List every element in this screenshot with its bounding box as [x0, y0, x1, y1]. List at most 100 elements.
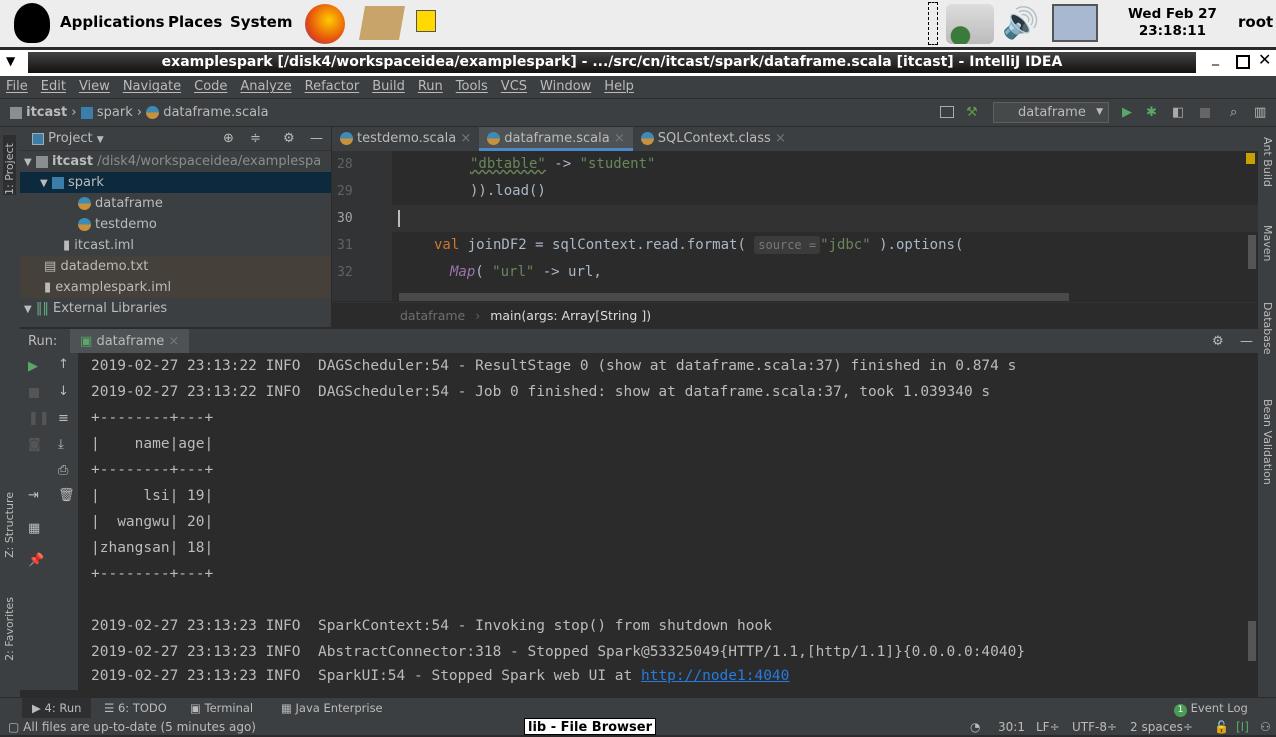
- tree-item-datademo[interactable]: ▤ datademo.txt: [20, 256, 331, 277]
- menu-code[interactable]: Code: [194, 76, 227, 98]
- caret-position[interactable]: 30:1: [998, 718, 1025, 737]
- tree-item-itcast-iml[interactable]: ▮ itcast.iml: [20, 235, 331, 256]
- horizontal-scrollbar[interactable]: [399, 293, 1069, 301]
- workspace-separator[interactable]: [928, 2, 938, 45]
- tree-item-examplespark-iml[interactable]: ▮ examplespark.iml: [20, 277, 331, 298]
- menu-help[interactable]: Help: [604, 76, 634, 98]
- hide-icon[interactable]: —: [1240, 329, 1253, 354]
- vertical-scrollbar[interactable]: [1248, 235, 1256, 269]
- database-tool-button[interactable]: Database: [1261, 302, 1274, 355]
- pin-icon[interactable]: 📌: [28, 553, 44, 568]
- menu-tools[interactable]: Tools: [456, 76, 488, 98]
- search-icon[interactable]: ⌕: [1230, 99, 1237, 126]
- vcs-icon[interactable]: ▥: [1254, 99, 1266, 126]
- maven-tool-button[interactable]: Maven: [1261, 225, 1274, 261]
- console-output[interactable]: 2019-02-27 23:13:22 INFO DAGScheduler:54…: [78, 353, 1258, 690]
- menu-view[interactable]: View: [79, 76, 110, 98]
- run-config-select[interactable]: dataframe ▼: [993, 102, 1109, 123]
- spark-ui-link[interactable]: http://node1:4040: [641, 668, 789, 684]
- menu-build[interactable]: Build: [372, 76, 405, 98]
- menu-vcs[interactable]: VCS: [501, 76, 527, 98]
- notes-icon[interactable]: [416, 10, 436, 32]
- structure-tool-button[interactable]: Z: Structure: [3, 492, 16, 558]
- scroll-down-icon[interactable]: ↓: [58, 384, 69, 399]
- event-log-button[interactable]: 1 Event Log: [1174, 698, 1248, 719]
- expand-icon[interactable]: ▼: [24, 157, 32, 168]
- ant-build-tool-button[interactable]: Ant Build: [1261, 137, 1274, 187]
- print-icon[interactable]: ⎙: [58, 463, 68, 478]
- crumb-method[interactable]: main(args: Array[String ]): [490, 308, 651, 323]
- favorites-tool-button[interactable]: 2: Favorites: [3, 597, 16, 661]
- project-tool-button[interactable]: 1: Project: [3, 135, 16, 195]
- tree-item-spark[interactable]: ▼ spark: [20, 172, 331, 193]
- editor[interactable]: testdemo.scala × dataframe.scala × SQLCo…: [332, 127, 1258, 327]
- close-tab-icon[interactable]: ×: [460, 131, 471, 146]
- close-tab-icon[interactable]: ×: [614, 131, 625, 146]
- run-tab-dataframe[interactable]: ▣ dataframe ×: [70, 329, 190, 353]
- clock[interactable]: Wed Feb 27 23:18:11: [1128, 6, 1217, 40]
- tool-tab-terminal[interactable]: ▣ Terminal: [190, 698, 253, 719]
- collapse-all-icon[interactable]: ≑: [250, 127, 261, 151]
- line-separator[interactable]: LF÷: [1036, 718, 1060, 737]
- breadcrumb-itcast[interactable]: itcast: [26, 105, 67, 120]
- menu-edit[interactable]: Edit: [41, 76, 66, 98]
- places-menu[interactable]: Places: [168, 13, 222, 31]
- run-icon[interactable]: ▶: [1122, 99, 1132, 126]
- stop-icon[interactable]: [1200, 108, 1210, 118]
- gear-icon[interactable]: ⚙: [1212, 329, 1224, 354]
- soft-wrap-icon[interactable]: ≡: [58, 411, 69, 426]
- menu-run[interactable]: Run: [418, 76, 443, 98]
- trash-icon[interactable]: 🗑: [58, 488, 75, 503]
- pause-icon[interactable]: ❚❚: [28, 411, 50, 426]
- tree-item-dataframe[interactable]: dataframe: [20, 193, 331, 214]
- network-tool-icon[interactable]: [946, 4, 994, 44]
- tab-sqlcontext[interactable]: SQLContext.class ×: [633, 127, 794, 151]
- tool-tab-todo[interactable]: ☰ 6: TODO: [104, 698, 167, 719]
- tool-tab-java-enterprise[interactable]: ▦ Java Enterprise: [281, 698, 383, 719]
- close-tab-icon[interactable]: ×: [168, 334, 179, 349]
- coverage-icon[interactable]: ◧: [1172, 99, 1184, 126]
- breadcrumb-file[interactable]: dataframe.scala: [163, 105, 268, 120]
- archive-icon[interactable]: [359, 6, 405, 40]
- tree-item-testdemo[interactable]: testdemo: [20, 214, 331, 235]
- crumb-object[interactable]: dataframe: [400, 308, 465, 323]
- tree-item-itcast[interactable]: ▼ itcast /disk4/workspaceidea/examplespa: [20, 151, 331, 172]
- minimize-icon[interactable]: _: [1212, 50, 1219, 66]
- scroll-up-icon[interactable]: ↑: [58, 357, 69, 372]
- exit-icon[interactable]: ⇥: [28, 488, 39, 503]
- close-tab-icon[interactable]: ×: [775, 131, 786, 146]
- locate-icon[interactable]: ⊕: [223, 127, 234, 151]
- tree-item-external-libraries[interactable]: ▼ ‖‖ External Libraries: [20, 298, 331, 319]
- inspection-marker[interactable]: [1246, 153, 1255, 164]
- menu-file[interactable]: File: [6, 76, 28, 98]
- menu-refactor[interactable]: Refactor: [305, 76, 360, 98]
- rerun-icon[interactable]: ▶: [28, 359, 38, 374]
- bean-validation-tool-button[interactable]: Bean Validation: [1261, 399, 1274, 485]
- project-view-select[interactable]: Project: [48, 131, 92, 146]
- ide-icon[interactable]: [I]: [1236, 718, 1249, 737]
- firefox-icon[interactable]: [305, 4, 345, 44]
- stop-icon[interactable]: [29, 388, 39, 398]
- taskbar-file-browser[interactable]: lib - File Browser: [524, 718, 656, 735]
- tab-dataframe[interactable]: dataframe.scala ×: [479, 127, 633, 151]
- menu-window[interactable]: Window: [540, 76, 591, 98]
- close-icon[interactable]: ✕: [1258, 50, 1271, 69]
- project-structure-icon[interactable]: [940, 106, 954, 118]
- gear-icon[interactable]: ⚙: [283, 127, 295, 151]
- tool-tab-run[interactable]: ▶ 4: Run: [22, 698, 92, 719]
- encoding[interactable]: UTF-8÷: [1072, 718, 1117, 737]
- expand-icon[interactable]: ▼: [40, 178, 48, 189]
- debug-icon[interactable]: ✱: [1146, 99, 1157, 126]
- inspector-icon[interactable]: ⚇: [1260, 718, 1271, 737]
- applications-menu[interactable]: Applications: [60, 13, 165, 31]
- indent[interactable]: 2 spaces÷: [1130, 718, 1193, 737]
- tab-testdemo[interactable]: testdemo.scala ×: [332, 127, 479, 151]
- window-titlebar[interactable]: ▼ examplespark [/disk4/workspaceidea/exa…: [0, 50, 1276, 76]
- hide-icon[interactable]: —: [310, 127, 323, 151]
- build-hammer-icon[interactable]: ⚒: [966, 99, 978, 126]
- network-icon[interactable]: [1052, 4, 1098, 42]
- menu-navigate[interactable]: Navigate: [123, 76, 181, 98]
- camera-icon[interactable]: ◙: [28, 437, 41, 452]
- scroll-to-end-icon[interactable]: ⤓: [58, 437, 64, 452]
- volume-icon[interactable]: 🔊: [1002, 6, 1039, 41]
